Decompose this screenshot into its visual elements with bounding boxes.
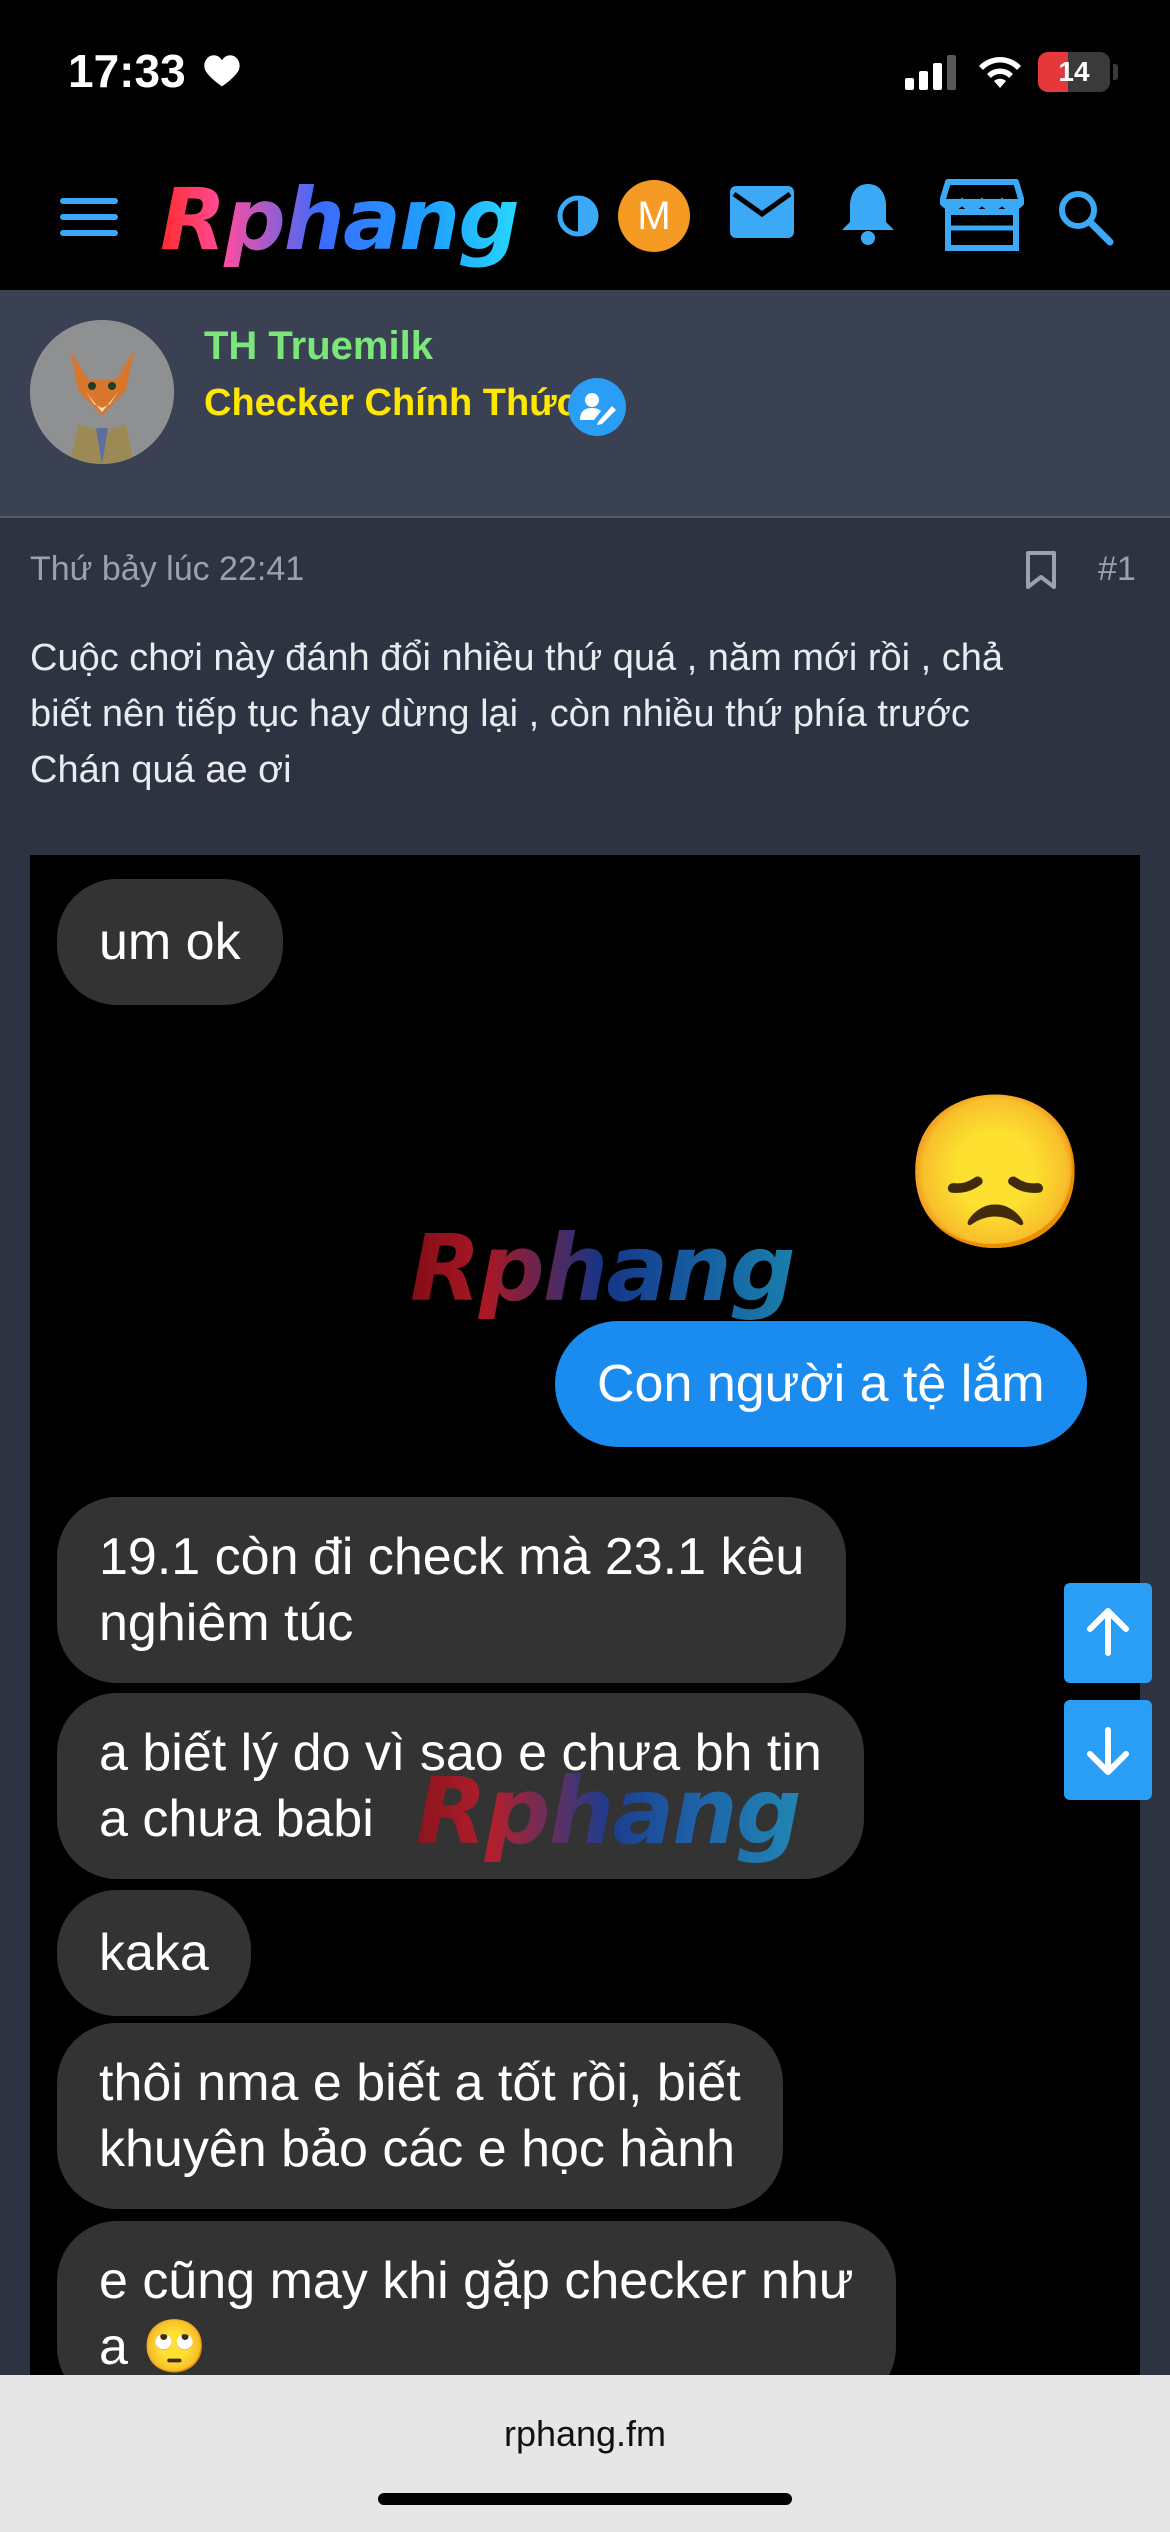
- post-number[interactable]: #1: [1098, 550, 1136, 589]
- sad-face-sticker: 😞: [902, 1088, 1089, 1256]
- rphang-watermark: Rphang: [410, 1215, 796, 1322]
- heart-icon: [204, 55, 240, 87]
- post-body: Cuộc chơi này đánh đổi nhiều thứ quá , n…: [30, 630, 1140, 798]
- chat-text: nghiêm túc: [99, 1594, 354, 1652]
- arrow-up-icon: [1087, 1608, 1129, 1656]
- post-text-line: Chán quá ae ơi: [30, 749, 292, 791]
- chat-bubble-received: kaka: [57, 1890, 251, 2016]
- verified-checker-icon: [568, 378, 626, 436]
- post-text-line: Cuộc chơi này đánh đổi nhiều thứ quá , n…: [30, 637, 1004, 679]
- chat-text: um ok: [99, 913, 241, 971]
- status-time: 17:33: [68, 45, 186, 97]
- chat-text: Con người a tệ lắm: [597, 1355, 1045, 1413]
- chat-bubble-received: e cũng may khi gặp checker như a 🙄: [57, 2221, 896, 2375]
- chat-text: a 🙄: [99, 2318, 208, 2375]
- address-bar[interactable]: rphang.fm: [0, 2413, 1170, 2455]
- rphang-watermark: Rphang: [416, 1758, 802, 1865]
- cellular-signal-icon: [905, 55, 956, 90]
- author-role: Checker Chính Thức: [204, 382, 578, 424]
- bell-icon[interactable]: [838, 180, 898, 246]
- chat-text: e cũng may khi gặp checker như: [99, 2252, 854, 2310]
- site-header: Rphang M: [0, 150, 1170, 290]
- status-bar: 17:33 14: [0, 0, 1170, 150]
- battery-cap: [1113, 64, 1118, 80]
- theme-toggle-icon[interactable]: [556, 194, 600, 238]
- post-timestamp[interactable]: Thứ bảy lúc 22:41: [30, 550, 304, 589]
- fox-avatar-image: [30, 320, 174, 464]
- site-logo[interactable]: Rphang: [160, 170, 520, 270]
- store-icon[interactable]: [940, 178, 1024, 252]
- chat-text: 19.1 còn đi check mà 23.1 kêu: [99, 1528, 805, 1586]
- author-name[interactable]: TH Truemilk: [204, 324, 433, 369]
- post-author-card: TH Truemilk Checker Chính Thức: [0, 290, 1170, 518]
- chat-text: kaka: [99, 1924, 209, 1982]
- chat-text: khuyên bảo các e học hành: [99, 2120, 736, 2178]
- mail-icon[interactable]: [730, 186, 794, 238]
- bookmark-icon[interactable]: [1024, 550, 1058, 590]
- arrow-down-icon: [1087, 1727, 1129, 1775]
- browser-bottom-bar: rphang.fm: [0, 2375, 1170, 2532]
- battery-percent: 14: [1058, 56, 1090, 87]
- search-icon[interactable]: [1056, 188, 1114, 246]
- menu-icon[interactable]: [60, 194, 120, 240]
- chat-bubble-received: thôi nma e biết a tốt rồi, biết khuyên b…: [57, 2023, 783, 2209]
- chat-bubble-received: 19.1 còn đi check mà 23.1 kêu nghiêm túc: [57, 1497, 847, 1683]
- post-text-line: biết nên tiếp tục hay dừng lại , còn nhi…: [30, 693, 970, 735]
- battery-indicator: 14: [1038, 52, 1110, 92]
- post-attached-image[interactable]: um ok 😞 Rphang Con người a tệ lắm 19.1 c…: [30, 855, 1140, 2375]
- scroll-to-top-button[interactable]: [1064, 1583, 1152, 1683]
- wifi-icon: [979, 57, 1021, 88]
- chat-bubble-sent: Con người a tệ lắm: [555, 1321, 1087, 1447]
- user-avatar[interactable]: M: [618, 180, 690, 252]
- home-indicator[interactable]: [378, 2493, 792, 2505]
- chat-text: thôi nma e biết a tốt rồi, biết: [99, 2054, 741, 2112]
- scroll-to-bottom-button[interactable]: [1064, 1700, 1152, 1800]
- chat-bubble-received: um ok: [57, 879, 283, 1005]
- author-avatar[interactable]: [30, 320, 174, 464]
